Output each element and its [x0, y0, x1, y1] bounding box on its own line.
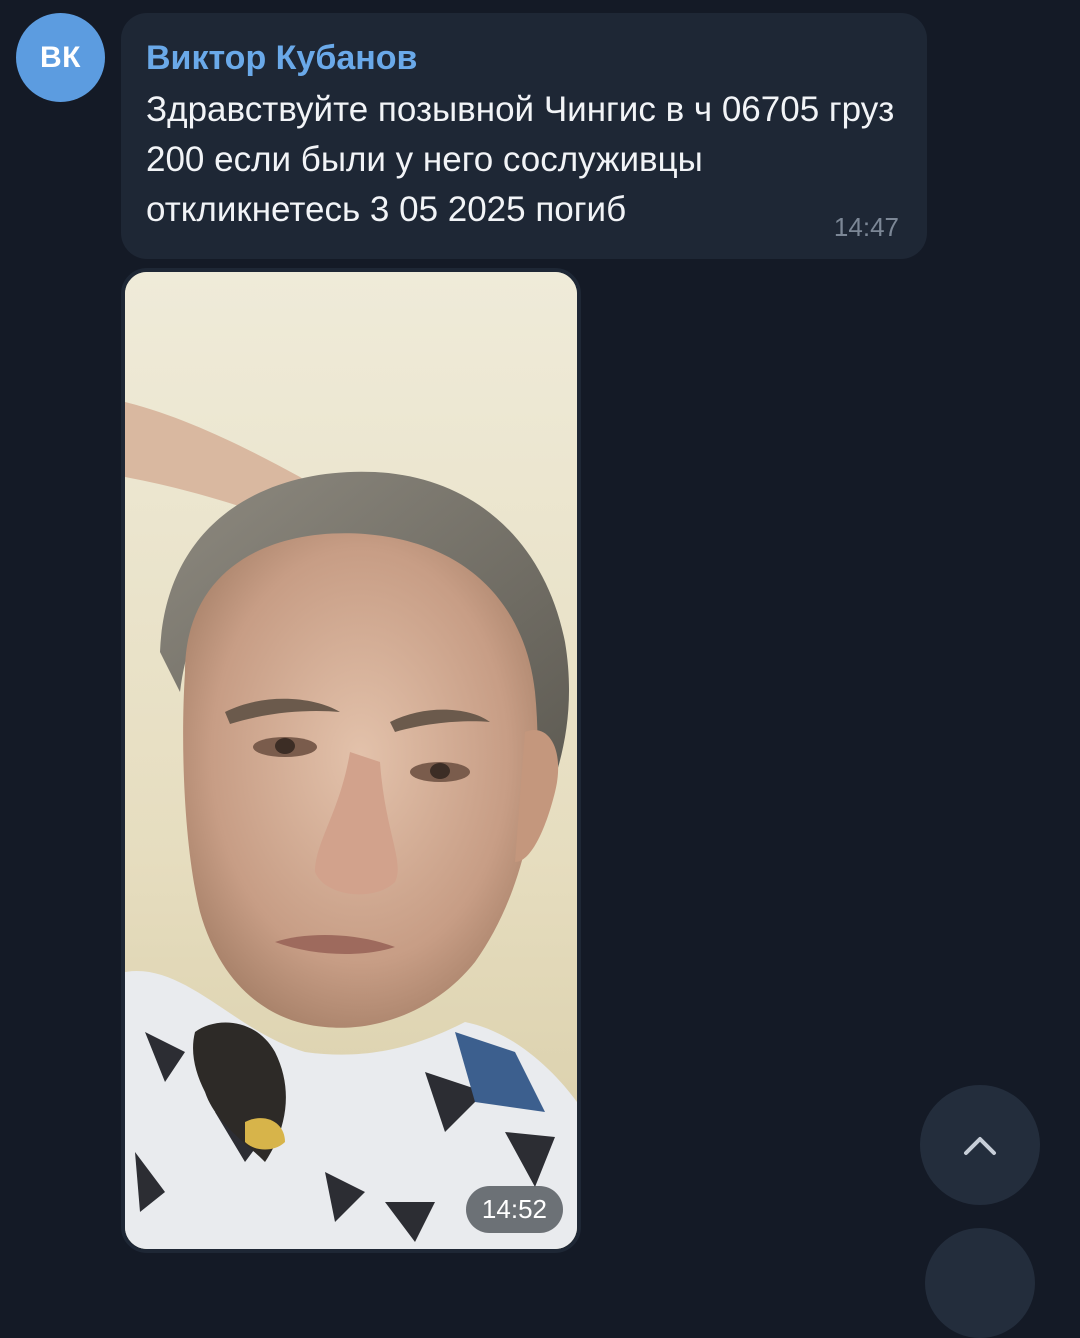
scroll-up-button[interactable] [920, 1085, 1040, 1205]
message-bubble[interactable]: Виктор Кубанов Здравствуйте позывной Чин… [121, 13, 927, 259]
photo-message[interactable]: 14:52 [121, 268, 581, 1253]
message-timestamp: 14:47 [833, 212, 899, 242]
sender-name[interactable]: Виктор Кубанов [146, 39, 417, 78]
chevron-up-icon [964, 1137, 996, 1155]
sender-avatar[interactable]: ВК [16, 13, 105, 102]
photo-timestamp: 14:52 [465, 1186, 563, 1233]
portrait-photo [125, 272, 577, 1249]
message-text: Здравствуйте позывной Чингис в ч 06705 г… [146, 90, 895, 229]
secondary-scroll-button[interactable] [925, 1228, 1035, 1338]
